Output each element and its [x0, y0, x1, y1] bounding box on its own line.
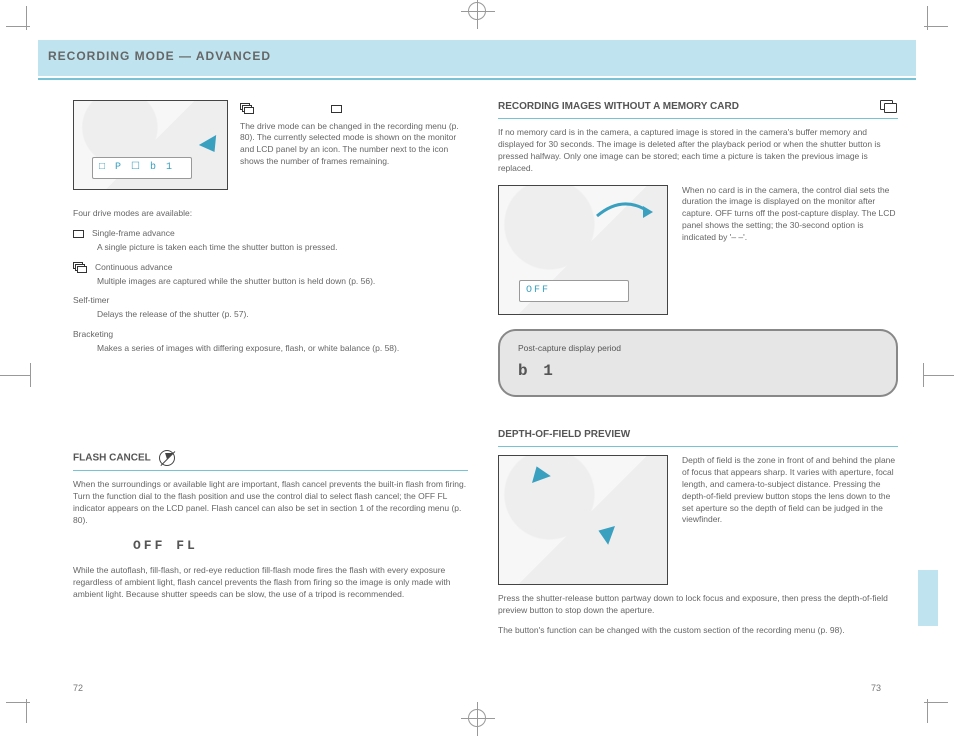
drive-mode-row: Continuous advance [73, 262, 468, 274]
flash-cancel-body: When the surroundings or available light… [73, 479, 468, 527]
memory-card-icon [880, 100, 898, 114]
section-header: RECORDING MODE — ADVANCED [48, 48, 271, 65]
registration-mark-icon [468, 709, 486, 727]
drive-mode-row: Self-timer [73, 295, 468, 307]
page-number-left: 72 [73, 682, 83, 695]
dof-note: The button's function can be changed wit… [498, 625, 898, 637]
rotate-arrow-icon [593, 198, 653, 222]
info-panel-value: b 1 [518, 360, 556, 382]
continuous-advance-icon [73, 262, 87, 273]
flash-cancel-note: While the autoflash, fill-flash, or red-… [73, 565, 468, 601]
pointer-arrow-icon [199, 135, 223, 157]
camera-dial-figure: OFF [498, 185, 668, 315]
single-frame-icon [331, 105, 342, 113]
registration-mark-icon [468, 2, 486, 20]
camera-lcd-figure: □ P ☐ b 1 [73, 100, 228, 190]
flash-off-icon [159, 450, 175, 466]
flash-cancel-title: FLASH CANCEL [73, 450, 468, 466]
no-card-body2: When no card is in the camera, the contr… [682, 185, 898, 315]
no-card-title-row: RECORDING IMAGES WITHOUT A MEMORY CARD [498, 100, 898, 114]
continuous-advance-icon [240, 103, 254, 114]
lcd-readout: □ P ☐ b 1 [92, 157, 192, 179]
page-spread: RECORDING MODE — ADVANCED □ P ☐ b 1 The … [38, 30, 916, 699]
pointer-arrow-icon [595, 521, 615, 545]
dof-body1: Depth of field is the zone in front of a… [682, 455, 898, 526]
dof-title: DEPTH-OF-FIELD PREVIEW [498, 428, 898, 442]
thumb-tab [918, 570, 938, 626]
info-panel: Post-capture display period b 1 [498, 329, 898, 397]
drive-mode-row: Single-frame advance [73, 228, 468, 240]
drive-table-intro: Four drive modes are available: [73, 208, 468, 220]
off-fl-indicator: OFF FL [133, 537, 468, 555]
lcd-readout: OFF [519, 280, 629, 302]
single-frame-icon [73, 230, 84, 238]
no-card-body1: If no memory card is in the camera, a ca… [498, 127, 898, 175]
drive-mode-row: Bracketing [73, 329, 468, 341]
dof-body2: Press the shutter-release button partway… [498, 593, 898, 617]
no-card-title: RECORDING IMAGES WITHOUT A MEMORY CARD [498, 100, 739, 114]
pointer-arrow-icon [527, 463, 551, 483]
page-number-right: 73 [871, 682, 881, 695]
info-panel-label: Post-capture display period [518, 343, 878, 355]
camera-dof-figure [498, 455, 668, 585]
